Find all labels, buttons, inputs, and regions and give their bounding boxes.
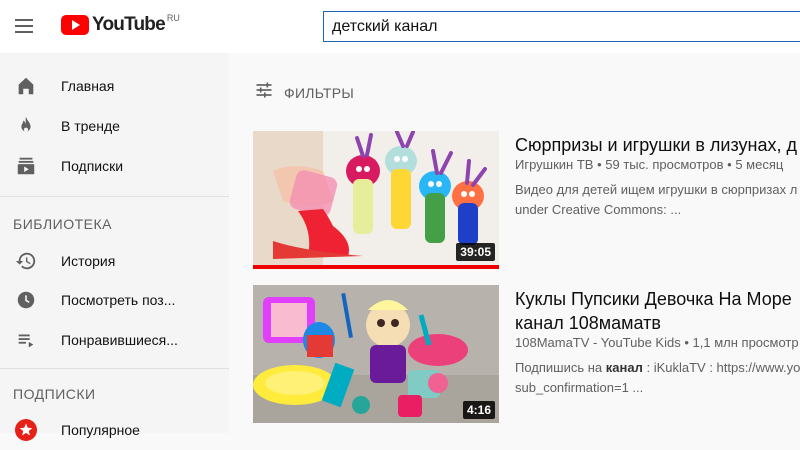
sidebar: Главная В тренде Подписки БИБЛИОТЕКА Ист…: [0, 53, 229, 441]
video-thumbnail[interactable]: 39:05: [253, 131, 499, 269]
video-description-line: under Creative Commons: ...: [515, 202, 682, 217]
video-title[interactable]: Сюрпризы и игрушки в лизунах, д: [515, 133, 800, 157]
masthead: YouTube RU: [0, 0, 800, 53]
filter-sliders-icon: [254, 80, 274, 105]
playlist-icon: [14, 328, 38, 352]
flame-icon: [14, 114, 38, 138]
desc-suffix: : iKuklaTV : https://www.yo: [642, 360, 800, 375]
filter-button[interactable]: ФИЛЬТРЫ: [254, 80, 354, 105]
view-count: 1,1 млн просмотр: [692, 335, 799, 350]
popular-channel-icon: [14, 418, 38, 442]
sidebar-item-popular[interactable]: Популярное: [0, 410, 229, 450]
video-description-line: sub_confirmation=1 ...: [515, 380, 644, 395]
sidebar-item-label: Посмотреть поз...: [61, 292, 176, 308]
video-description-line: Видео для детей ищем игрушки в сюрпризах…: [515, 182, 798, 197]
sidebar-divider: [0, 196, 229, 197]
sidebar-item-label: Подписки: [61, 158, 124, 174]
watch-progress-bar: [253, 265, 499, 269]
sidebar-item-label: История: [61, 253, 116, 269]
sidebar-item-home[interactable]: Главная: [0, 66, 229, 106]
hamburger-menu-icon[interactable]: [12, 14, 36, 38]
video-thumbnail[interactable]: 4:16: [253, 285, 499, 423]
home-icon: [14, 74, 38, 98]
clock-icon: [14, 288, 38, 312]
sidebar-divider: [0, 368, 229, 369]
video-result: 4:16 Куклы Пупсики Девочка На Море канал…: [253, 285, 800, 425]
video-duration: 4:16: [462, 401, 495, 419]
sidebar-item-label: Понравившиеся...: [61, 332, 178, 348]
video-result: 39:05 Сюрпризы и игрушки в лизунах, д Иг…: [253, 131, 800, 271]
upload-age: 5 месяц: [735, 157, 784, 172]
video-duration: 39:05: [456, 243, 495, 261]
history-icon: [14, 249, 38, 273]
channel-name[interactable]: Игрушкин ТВ: [515, 157, 593, 172]
subscriptions-icon: [14, 154, 38, 178]
sidebar-item-trending[interactable]: В тренде: [0, 106, 229, 146]
video-meta: 108MamaTV - YouTube Kids • 1,1 млн просм…: [515, 335, 799, 350]
video-meta: Игрушкин ТВ • 59 тыс. просмотров • 5 мес…: [515, 157, 784, 172]
subscriptions-section-title: ПОДПИСКИ: [13, 386, 96, 402]
video-title-line[interactable]: Куклы Пупсики Девочка На Море: [515, 287, 800, 311]
video-title-line[interactable]: канал 108маматв: [515, 311, 800, 335]
sidebar-item-subscriptions[interactable]: Подписки: [0, 146, 229, 186]
youtube-play-icon: [61, 15, 89, 35]
sidebar-item-label: В тренде: [61, 118, 120, 134]
sidebar-item-watch-later[interactable]: Посмотреть поз...: [0, 280, 229, 320]
sidebar-item-liked[interactable]: Понравившиеся...: [0, 320, 229, 360]
search-input[interactable]: [323, 11, 800, 42]
search-results: ФИЛЬТРЫ 39:05 Сюрпризы и игрушки в лизун…: [229, 53, 800, 433]
desc-highlight: канал: [605, 360, 643, 375]
youtube-logo[interactable]: YouTube RU: [61, 13, 180, 37]
sidebar-item-label: Главная: [61, 78, 115, 94]
logo-text: YouTube: [92, 14, 166, 35]
logo-region: RU: [166, 13, 180, 23]
library-section-title: БИБЛИОТЕКА: [13, 216, 112, 232]
sidebar-item-label: Популярное: [61, 422, 140, 438]
sidebar-item-history[interactable]: История: [0, 241, 229, 281]
video-description-line: Подпишись на канал : iKuklaTV : https://…: [515, 359, 800, 377]
channel-name[interactable]: 108MamaTV - YouTube Kids: [515, 335, 681, 350]
desc-prefix: Подпишись на: [515, 360, 606, 375]
view-count: 59 тыс. просмотров: [605, 157, 724, 172]
filter-label: ФИЛЬТРЫ: [284, 84, 355, 101]
